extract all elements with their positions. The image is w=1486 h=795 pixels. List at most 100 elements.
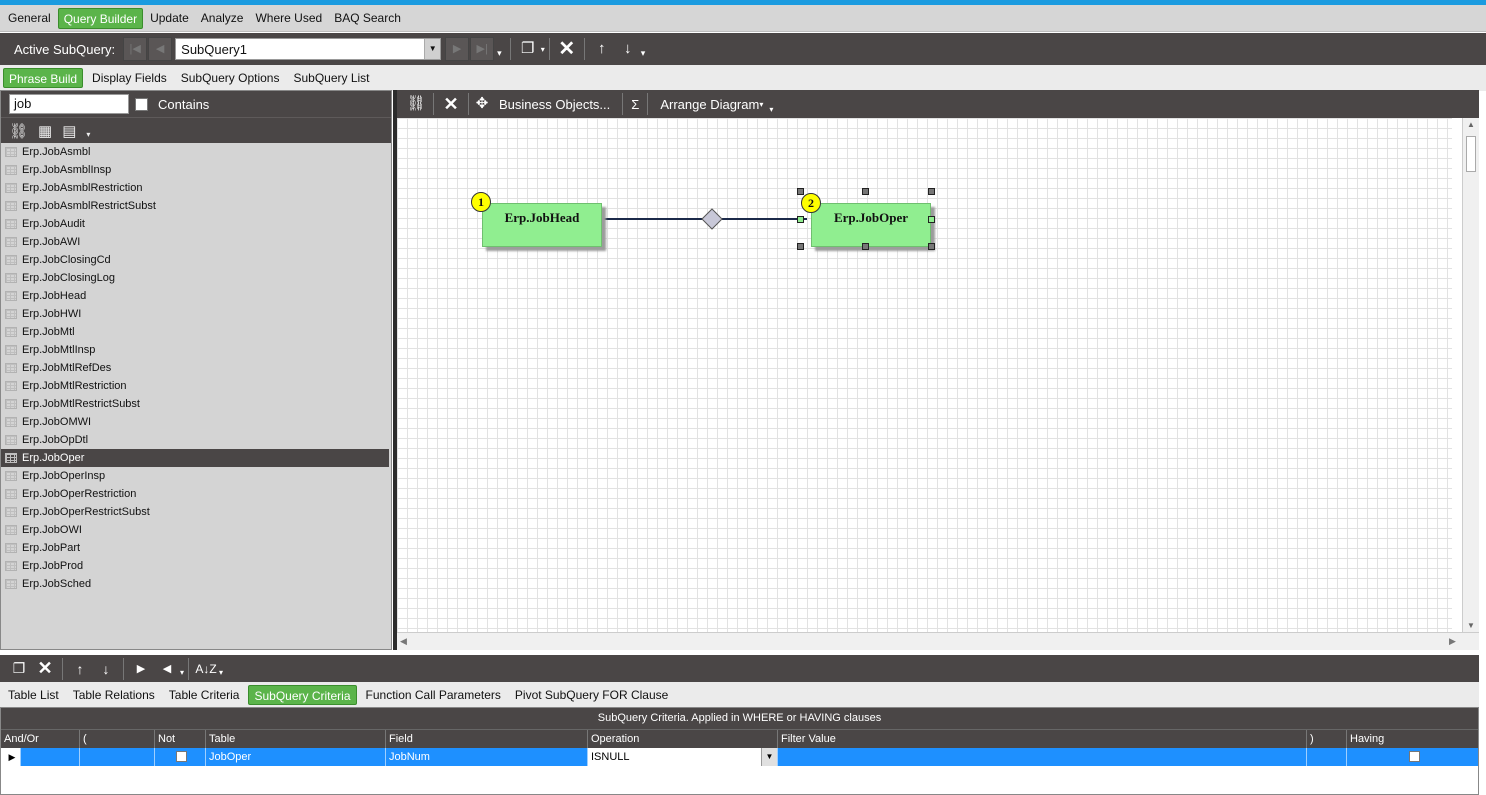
col-header-lparen[interactable]: (: [80, 730, 155, 748]
scroll-left-icon[interactable]: ◀: [400, 636, 407, 647]
table-grid-icon[interactable]: ▦: [38, 122, 52, 140]
delete-icon[interactable]: ✕: [32, 658, 58, 679]
list-item[interactable]: Erp.JobOperRestrictSubst: [1, 503, 391, 521]
list-item[interactable]: Erp.JobHead: [1, 287, 391, 305]
scroll-right-icon[interactable]: ▶: [1449, 636, 1456, 647]
overflow-icon[interactable]: ▾: [86, 130, 90, 139]
business-objects-icon[interactable]: ✥: [473, 91, 491, 117]
list-item[interactable]: Erp.JobProd: [1, 557, 391, 575]
cell-not[interactable]: [155, 748, 206, 766]
cell-operation[interactable]: ISNULL ▼: [588, 748, 778, 766]
query-diagram-canvas[interactable]: Erp.JobHead 1 Erp.JobOper 2: [397, 118, 1452, 632]
list-item[interactable]: Erp.JobAsmbl: [1, 143, 391, 161]
delete-icon[interactable]: ✕: [554, 36, 580, 62]
list-item[interactable]: Erp.JobHWI: [1, 305, 391, 323]
table-search-input[interactable]: job: [9, 94, 129, 114]
list-item[interactable]: Erp.JobMtlRestriction: [1, 377, 391, 395]
contains-checkbox[interactable]: [135, 97, 148, 111]
list-item[interactable]: Erp.JobMtl: [1, 323, 391, 341]
menu-analyze[interactable]: Analyze: [196, 8, 249, 29]
list-item[interactable]: Erp.JobAsmblRestrictSubst: [1, 197, 391, 215]
cell-filter-value[interactable]: [778, 748, 1307, 766]
first-record-icon[interactable]: |◀: [123, 37, 148, 61]
col-header-not[interactable]: Not: [155, 730, 206, 748]
next-record-icon[interactable]: ▶: [445, 37, 470, 61]
col-header-rparen[interactable]: ): [1307, 730, 1347, 748]
list-item[interactable]: Erp.JobClosingCd: [1, 251, 391, 269]
list-item[interactable]: Erp.JobAsmblInsp: [1, 161, 391, 179]
tab-display-fields[interactable]: Display Fields: [87, 68, 172, 88]
resize-handle[interactable]: [862, 243, 869, 250]
chevron-down-icon[interactable]: ▼: [761, 748, 777, 766]
resize-handle[interactable]: [797, 243, 804, 250]
link-icon[interactable]: ⛓: [403, 91, 429, 117]
active-subquery-select[interactable]: SubQuery1 ▼: [175, 38, 442, 60]
last-record-icon[interactable]: ▶|: [470, 37, 495, 61]
chevron-down-icon[interactable]: ▼: [424, 39, 441, 59]
overflow-icon[interactable]: ▾: [769, 105, 773, 114]
calculator-icon[interactable]: ▤: [62, 122, 76, 140]
move-down-icon[interactable]: ↓: [615, 36, 641, 62]
indent-left-icon[interactable]: ◀: [154, 662, 180, 675]
list-item[interactable]: Erp.JobClosingLog: [1, 269, 391, 287]
col-header-table[interactable]: Table: [206, 730, 386, 748]
tab-phrase-build[interactable]: Phrase Build: [3, 68, 84, 88]
resize-handle[interactable]: [928, 243, 935, 250]
sort-icon[interactable]: A↓Z: [193, 662, 219, 676]
tab-subquery-list[interactable]: SubQuery List: [288, 68, 374, 88]
list-item[interactable]: Erp.JobMtlInsp: [1, 341, 391, 359]
list-item[interactable]: Erp.JobOpDtl: [1, 431, 391, 449]
move-up-icon[interactable]: ↑: [67, 661, 93, 677]
tab-function-call-parameters[interactable]: Function Call Parameters: [361, 685, 506, 705]
arrange-diagram-button[interactable]: Arrange Diagram: [660, 97, 759, 112]
menu-update[interactable]: Update: [145, 8, 194, 29]
scroll-thumb[interactable]: [1466, 136, 1476, 172]
col-header-andor[interactable]: And/Or: [1, 730, 80, 748]
list-item[interactable]: Erp.JobPart: [1, 539, 391, 557]
overflow-icon[interactable]: ▾: [219, 668, 223, 677]
diagram-vertical-scrollbar[interactable]: ▲ ▼: [1462, 118, 1479, 632]
list-item[interactable]: Erp.JobAWI: [1, 233, 391, 251]
indent-right-icon[interactable]: ▶: [128, 662, 154, 675]
resize-handle[interactable]: [928, 216, 935, 223]
link-icon[interactable]: ⛓: [9, 122, 28, 140]
list-item[interactable]: Erp.JobMtlRefDes: [1, 359, 391, 377]
scroll-up-icon[interactable]: ▲: [1467, 120, 1475, 129]
list-item[interactable]: Erp.JobOperInsp: [1, 467, 391, 485]
col-header-having[interactable]: Having: [1347, 730, 1478, 748]
move-down-icon[interactable]: ↓: [93, 661, 119, 677]
not-checkbox[interactable]: [176, 751, 187, 762]
chevron-down-icon[interactable]: ▾: [759, 100, 763, 109]
cell-andor[interactable]: [21, 748, 80, 766]
menu-query-builder[interactable]: Query Builder: [57, 7, 144, 29]
menu-general[interactable]: General: [3, 8, 56, 29]
list-item[interactable]: Erp.JobMtlRestrictSubst: [1, 395, 391, 413]
delete-icon[interactable]: ✕: [438, 91, 464, 117]
resize-handle[interactable]: [928, 188, 935, 195]
tab-subquery-criteria[interactable]: SubQuery Criteria: [248, 685, 357, 705]
menu-baq-search[interactable]: BAQ Search: [329, 8, 406, 29]
col-header-operation[interactable]: Operation: [588, 730, 778, 748]
table-node-jobhead[interactable]: Erp.JobHead: [482, 203, 602, 247]
cell-field[interactable]: JobNum: [386, 748, 588, 766]
menu-where-used[interactable]: Where Used: [250, 8, 327, 29]
col-header-field[interactable]: Field: [386, 730, 588, 748]
business-objects-button[interactable]: Business Objects...: [499, 97, 610, 112]
table-row[interactable]: ▶ JobOper JobNum ISNULL ▼: [1, 748, 1478, 766]
tab-subquery-options[interactable]: SubQuery Options: [176, 68, 285, 88]
list-item[interactable]: Erp.JobAudit: [1, 215, 391, 233]
cell-rparen[interactable]: [1307, 748, 1347, 766]
prev-record-icon[interactable]: ◀: [148, 37, 173, 61]
list-item[interactable]: Erp.JobOWI: [1, 521, 391, 539]
having-checkbox[interactable]: [1408, 751, 1420, 762]
table-node-joboper[interactable]: Erp.JobOper: [811, 203, 931, 247]
scroll-down-icon[interactable]: ▼: [1467, 621, 1475, 630]
resize-handle[interactable]: [797, 188, 804, 195]
tab-table-relations[interactable]: Table Relations: [68, 685, 160, 705]
new-dropdown-icon[interactable]: ▾: [541, 45, 545, 54]
overflow-icon[interactable]: ▾: [641, 48, 646, 59]
tab-table-criteria[interactable]: Table Criteria: [164, 685, 245, 705]
new-subquery-icon[interactable]: ❐: [515, 36, 541, 62]
list-item[interactable]: Erp.JobOperRestriction: [1, 485, 391, 503]
overflow-icon[interactable]: ▾: [497, 48, 502, 59]
